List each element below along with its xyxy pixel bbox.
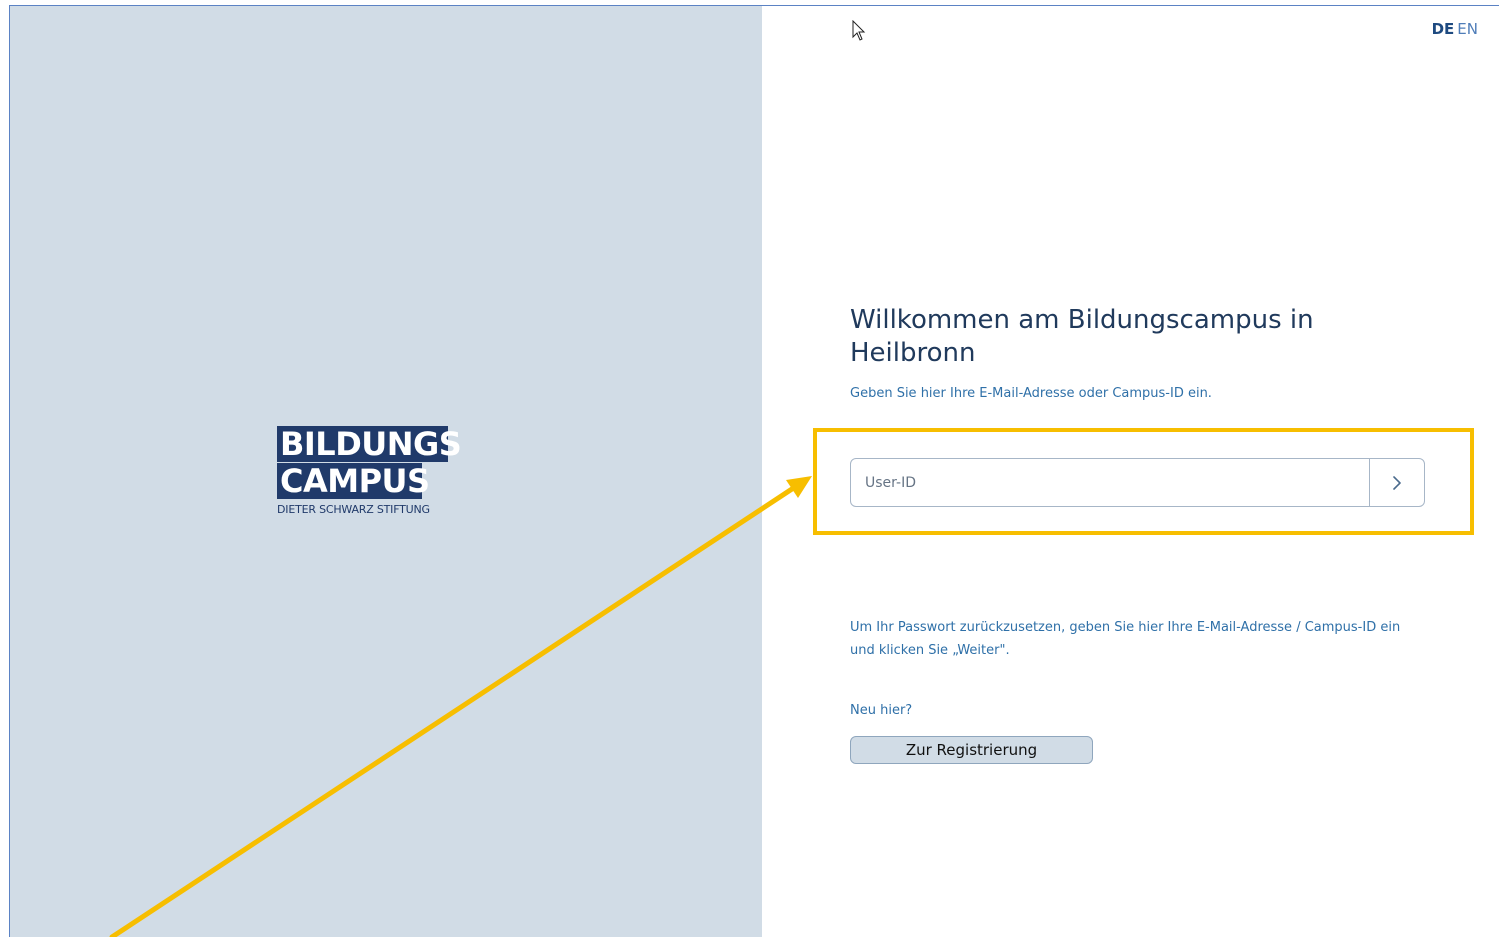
new-here-label: Neu hier?	[850, 703, 913, 718]
user-id-input[interactable]	[851, 459, 1369, 506]
password-reset-hint: Um Ihr Passwort zurückzusetzen, geben Si…	[850, 620, 1401, 658]
mouse-cursor-icon	[852, 20, 866, 41]
language-switcher: DE EN	[1432, 20, 1478, 38]
next-button[interactable]	[1369, 459, 1424, 506]
language-en[interactable]: EN	[1457, 20, 1478, 38]
page: BILDUNGS CAMPUS DIETER SCHWARZ STIFTUNG …	[0, 0, 1499, 937]
page-title: Willkommen am Bildungscampus in Heilbron…	[850, 305, 1314, 368]
user-id-field-group	[850, 458, 1425, 507]
language-de[interactable]: DE	[1432, 20, 1455, 38]
chevron-right-icon	[1393, 475, 1401, 490]
login-instruction: Geben Sie hier Ihre E-Mail-Adresse oder …	[850, 386, 1212, 401]
register-button[interactable]: Zur Registrierung	[850, 736, 1093, 764]
